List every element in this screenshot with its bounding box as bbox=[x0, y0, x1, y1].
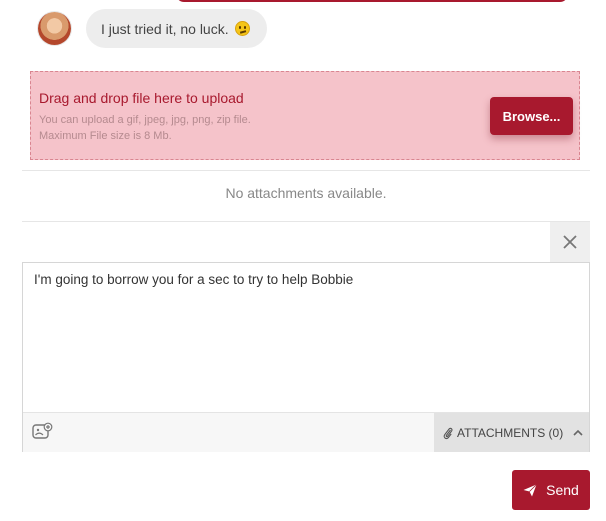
chevron-up-icon bbox=[573, 429, 583, 436]
paper-plane-icon bbox=[523, 483, 537, 496]
max-size-text: Maximum File size is 8 Mb. bbox=[39, 130, 172, 142]
attachments-label: ATTACHMENTS (0) bbox=[457, 425, 564, 440]
composer-footer: ATTACHMENTS (0) bbox=[23, 412, 589, 452]
window-edge bbox=[0, 0, 6, 521]
allowed-types-text: You can upload a gif, jpeg, jpg, png, zi… bbox=[39, 114, 251, 126]
file-dropzone[interactable]: Drag and drop file here to upload You ca… bbox=[30, 71, 580, 160]
no-attachments-text: No attachments available. bbox=[225, 185, 387, 201]
browse-button[interactable]: Browse... bbox=[490, 97, 573, 135]
divider bbox=[22, 170, 590, 171]
confused-face-emoji bbox=[234, 21, 250, 36]
chat-message-bubble: I just tried it, no luck. bbox=[86, 9, 267, 48]
dropzone-hint: You can upload a gif, jpeg, jpg, png, zi… bbox=[39, 112, 251, 144]
dropzone-title: Drag and drop file here to upload bbox=[39, 90, 244, 106]
previous-message-bubble-edge bbox=[176, 0, 568, 2]
composer-textarea[interactable]: I'm going to borrow you for a sec to try… bbox=[34, 272, 353, 287]
avatar bbox=[38, 12, 71, 45]
paperclip-icon bbox=[443, 427, 453, 439]
send-button[interactable]: Send bbox=[512, 470, 590, 510]
chat-message-text: I just tried it, no luck. bbox=[101, 20, 229, 37]
divider bbox=[22, 221, 590, 222]
send-label: Send bbox=[546, 482, 579, 498]
attachments-toggle[interactable]: ATTACHMENTS (0) bbox=[434, 413, 589, 452]
close-button[interactable] bbox=[550, 222, 590, 262]
emoji-picker-icon[interactable] bbox=[31, 421, 53, 443]
message-composer[interactable]: I'm going to borrow you for a sec to try… bbox=[22, 262, 590, 452]
close-icon bbox=[563, 235, 577, 249]
